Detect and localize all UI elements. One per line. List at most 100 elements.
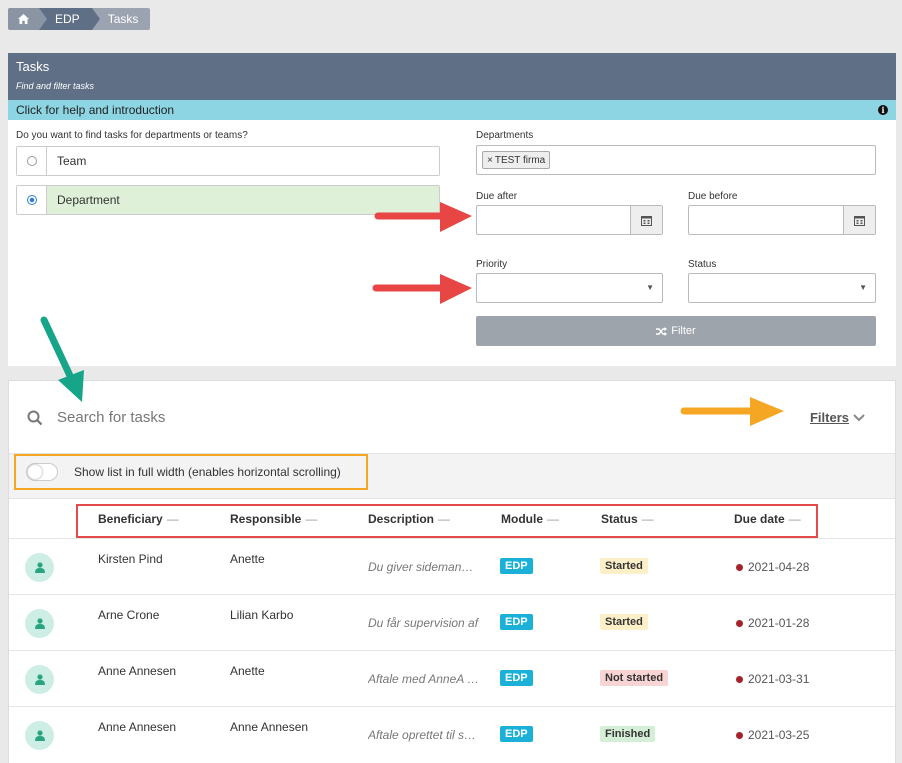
- department-chip[interactable]: × TEST firma: [482, 151, 551, 169]
- priority-label: Priority: [476, 259, 508, 270]
- filter-button[interactable]: Filter: [476, 316, 876, 346]
- radio-department-label: Department: [57, 193, 120, 207]
- table-row[interactable]: Anne Annesen Anette Aftale med AnneA om …: [9, 650, 895, 706]
- radio-team-label: Team: [57, 154, 87, 168]
- table-row[interactable]: Arne Crone Lilian Karbo Du får supervisi…: [9, 594, 895, 650]
- caret-down-icon: ▼: [859, 283, 867, 292]
- due-before-calendar-button[interactable]: [843, 206, 875, 234]
- module-badge: EDP: [500, 558, 533, 574]
- breadcrumb-home[interactable]: [8, 8, 47, 30]
- status-badge: Finished: [600, 726, 656, 742]
- overdue-dot-icon: [736, 563, 743, 571]
- shuffle-icon: [656, 326, 668, 336]
- search-input[interactable]: Search for tasks: [57, 409, 165, 426]
- annotation-arrow-green-search: [40, 316, 84, 402]
- radio-team-circle[interactable]: [26, 156, 37, 166]
- cell-due-date: 2021-04-28: [736, 560, 809, 574]
- module-badge: EDP: [500, 670, 533, 686]
- due-after-input[interactable]: [476, 205, 663, 235]
- due-before-input[interactable]: [688, 205, 876, 235]
- column-status[interactable]: Status —: [601, 512, 654, 526]
- due-after-label: Due after: [476, 191, 518, 202]
- radio-department-box: [17, 186, 47, 214]
- radio-team[interactable]: Team: [16, 146, 440, 176]
- status-badge: Started: [600, 558, 648, 574]
- task-list-panel: Search for tasks Filters Show list in fu…: [8, 380, 896, 763]
- cell-beneficiary: Arne Crone: [98, 608, 160, 622]
- calendar-icon: [854, 215, 865, 226]
- breadcrumb-tasks: Tasks: [91, 8, 151, 30]
- cell-beneficiary: Anne Annesen: [98, 720, 177, 734]
- cell-description: Du giver sidemandsoplæring: [368, 560, 480, 574]
- page-subtitle: Find and filter tasks: [16, 81, 95, 91]
- page-title: Tasks: [16, 59, 50, 74]
- column-description[interactable]: Description —: [368, 512, 450, 526]
- column-beneficiary[interactable]: Beneficiary —: [98, 512, 179, 526]
- avatar: [25, 553, 54, 582]
- search-icon: [27, 410, 43, 425]
- overdue-dot-icon: [736, 675, 743, 683]
- filter-button-label: Filter: [671, 325, 696, 337]
- user-icon: [34, 562, 45, 573]
- radio-department-circle[interactable]: [26, 195, 37, 205]
- scope-question: Do you want to find tasks for department…: [16, 130, 248, 141]
- full-width-toggle-bar: Show list in full width (enables horizon…: [9, 453, 895, 499]
- cell-due-date: 2021-03-25: [736, 728, 809, 742]
- cell-beneficiary: Kirsten Pind: [98, 552, 163, 566]
- search-bar[interactable]: Search for tasks: [27, 409, 165, 426]
- table-row[interactable]: Anne Annesen Anne Annesen Aftale oprette…: [9, 706, 895, 762]
- priority-select[interactable]: ▼: [476, 273, 663, 303]
- due-after-calendar-button[interactable]: [630, 206, 662, 234]
- overdue-dot-icon: [736, 731, 743, 739]
- user-icon: [34, 618, 45, 629]
- breadcrumb-edp-label: EDP: [55, 12, 80, 26]
- help-text: Click for help and introduction: [16, 103, 175, 117]
- module-badge: EDP: [500, 726, 533, 742]
- user-icon: [34, 674, 45, 685]
- status-label: Status: [688, 259, 717, 270]
- toggle-label: Show list in full width (enables horizon…: [74, 465, 341, 479]
- cell-due-date: 2021-03-31: [736, 672, 809, 686]
- due-before-label: Due before: [688, 191, 738, 202]
- departments-select[interactable]: × TEST firma: [476, 145, 876, 175]
- annotation-arrow-red-due-after: [374, 202, 472, 232]
- cell-responsible: Anette: [230, 552, 265, 566]
- column-responsible[interactable]: Responsible —: [230, 512, 317, 526]
- radio-team-box: [17, 147, 47, 175]
- avatar: [25, 609, 54, 638]
- caret-down-icon: ▼: [646, 283, 654, 292]
- status-select[interactable]: ▼: [688, 273, 876, 303]
- help-bar[interactable]: Click for help and introduction i: [8, 100, 896, 120]
- user-icon: [34, 730, 45, 741]
- breadcrumb: EDP Tasks: [8, 8, 151, 30]
- avatar: [25, 721, 54, 750]
- panel-header: Tasks Find and filter tasks: [8, 53, 896, 100]
- annotation-arrow-orange-filters: [680, 397, 784, 426]
- filters-toggle-link[interactable]: Filters: [810, 410, 865, 425]
- status-badge: Started: [600, 614, 648, 630]
- departments-label: Departments: [476, 130, 534, 141]
- column-module[interactable]: Module —: [501, 512, 559, 526]
- toggle-switch[interactable]: [26, 463, 58, 481]
- home-icon: [18, 14, 29, 24]
- cell-description: Aftale med AnneA om: [368, 672, 480, 686]
- cell-description: Du får supervision af: [368, 616, 479, 630]
- column-due-date[interactable]: Due date —: [734, 512, 801, 526]
- chevron-down-icon: [853, 413, 865, 421]
- module-badge: EDP: [500, 614, 533, 630]
- overdue-dot-icon: [736, 619, 743, 627]
- cell-responsible: Lilian Karbo: [230, 608, 294, 622]
- chip-remove-icon[interactable]: ×: [487, 155, 493, 166]
- full-width-toggle[interactable]: Show list in full width (enables horizon…: [14, 454, 368, 490]
- breadcrumb-tasks-label: Tasks: [107, 12, 139, 26]
- cell-beneficiary: Anne Annesen: [98, 664, 177, 678]
- avatar: [25, 665, 54, 694]
- cell-responsible: Anne Annesen: [230, 720, 309, 734]
- department-chip-label: TEST firma: [494, 154, 546, 166]
- table-row[interactable]: Kirsten Pind Anette Du giver sidemandsop…: [9, 538, 895, 594]
- info-icon: i: [878, 105, 888, 115]
- filters-label: Filters: [809, 410, 849, 425]
- cell-responsible: Anette: [230, 664, 265, 678]
- cell-due-date: 2021-01-28: [736, 616, 809, 630]
- calendar-icon: [641, 215, 652, 226]
